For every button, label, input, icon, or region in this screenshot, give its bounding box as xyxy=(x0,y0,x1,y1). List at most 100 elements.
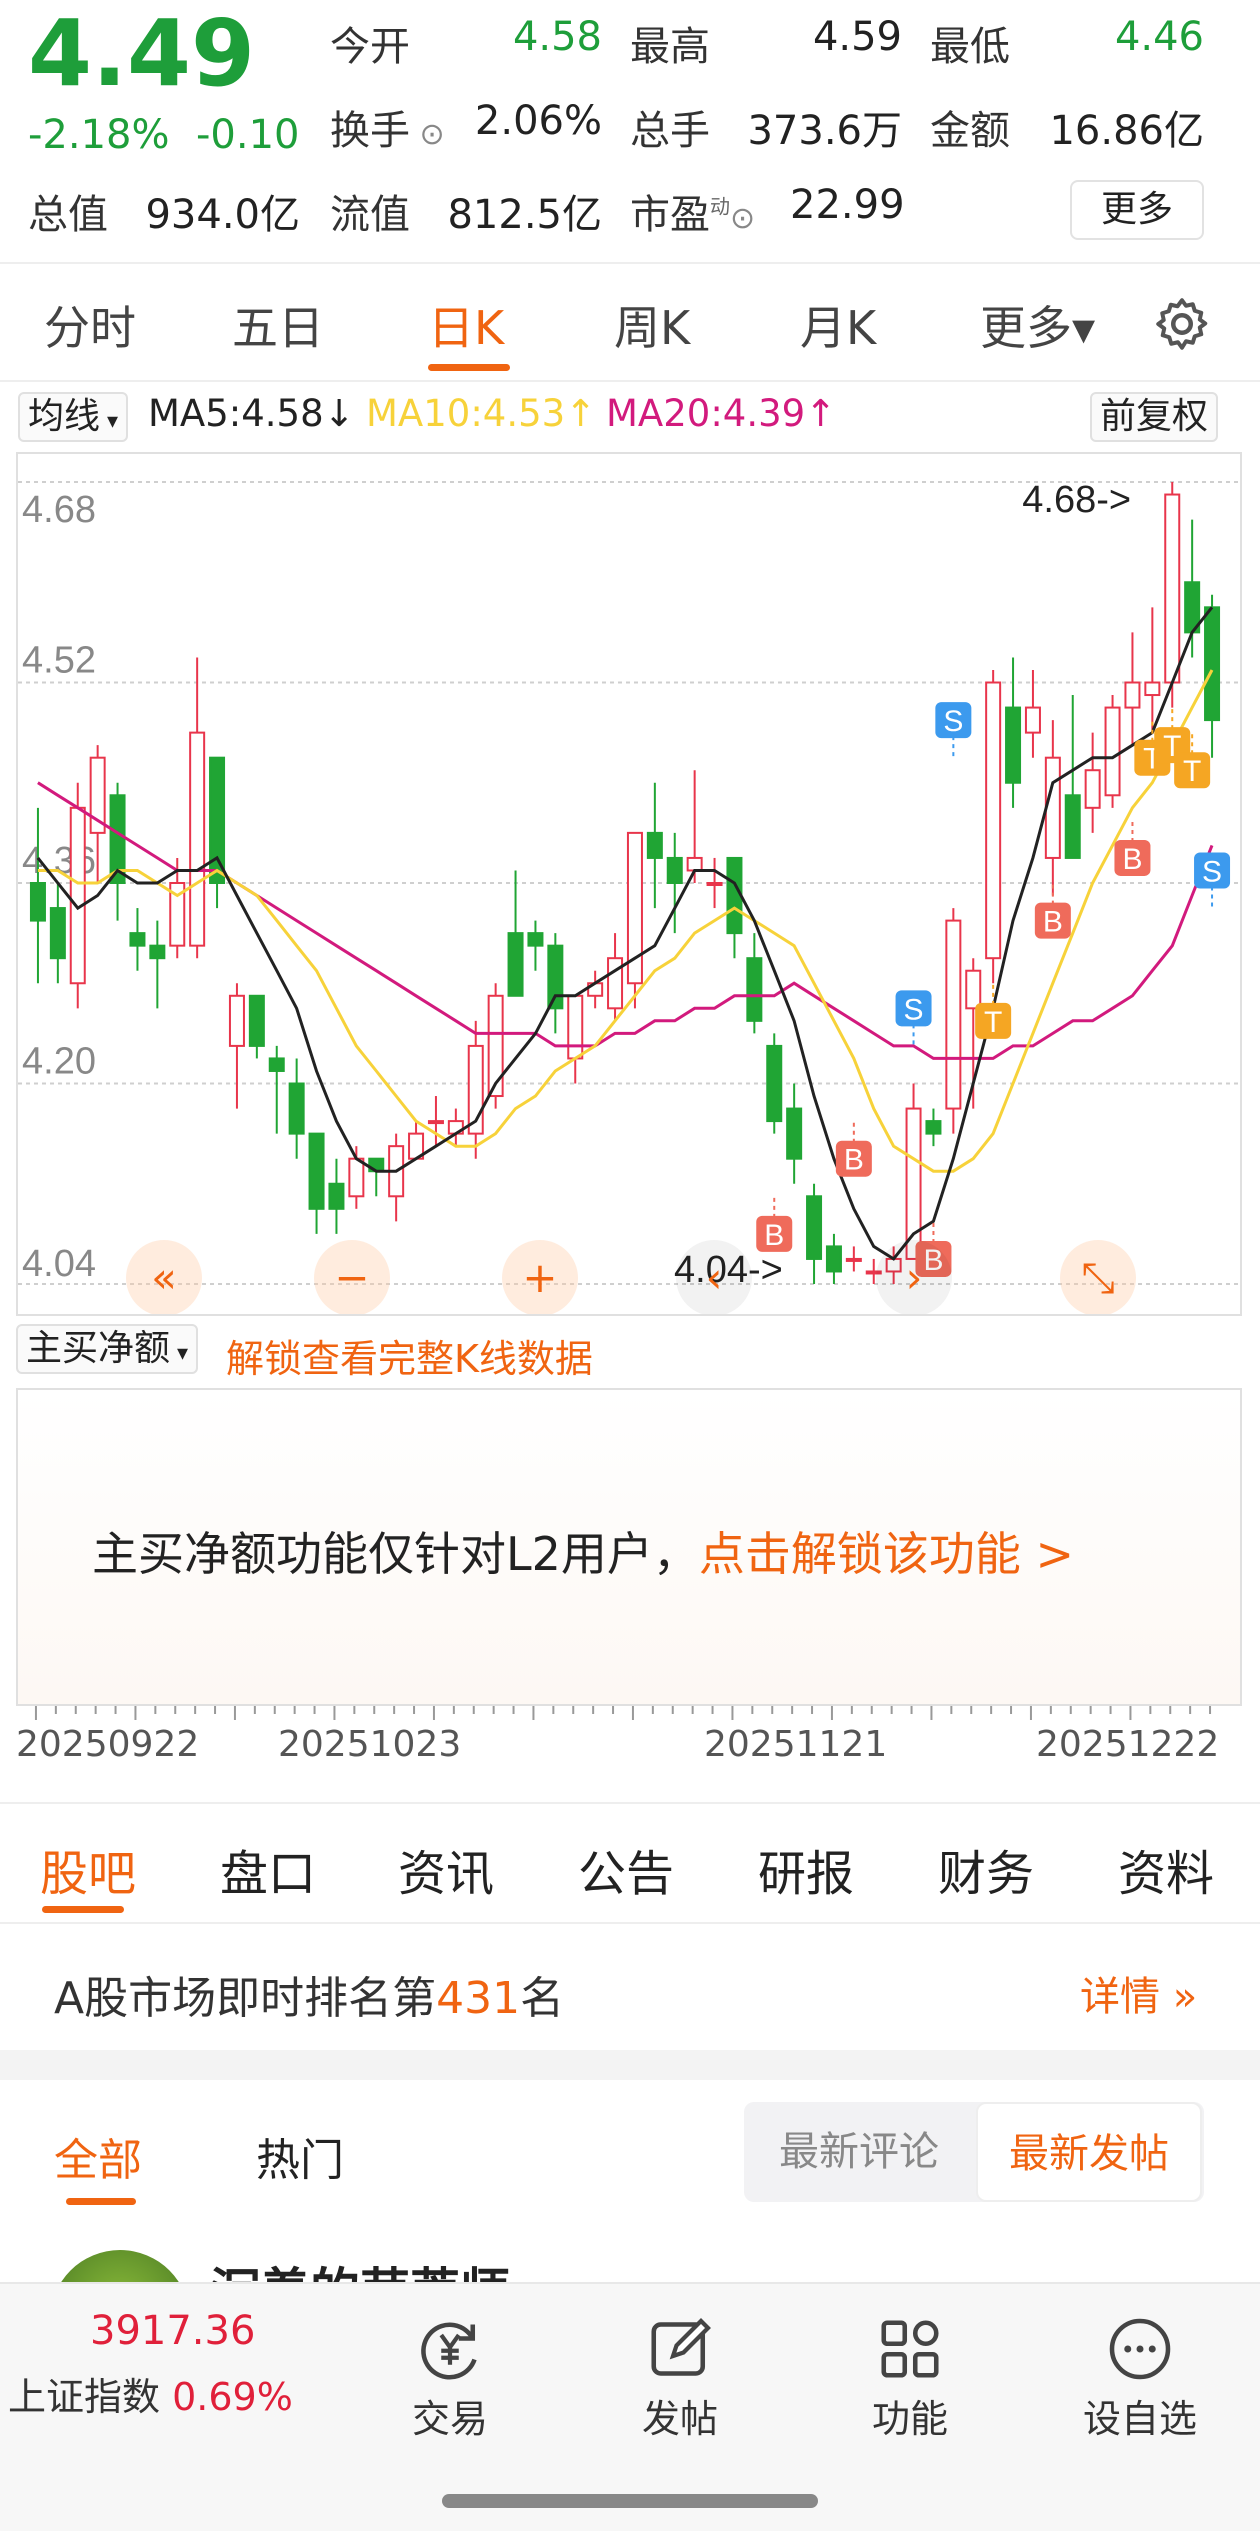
candle-body xyxy=(268,1057,285,1072)
double-chevron-right-icon: » xyxy=(1160,1974,1198,2020)
index-name: 上证指数 xyxy=(8,2375,161,2419)
chart-control-button[interactable]: ‹ xyxy=(676,1240,752,1316)
y-tick-label: 4.68 xyxy=(22,489,96,531)
active-tab-underline xyxy=(42,1906,124,1913)
grid-icon xyxy=(881,2320,939,2378)
tab-profile[interactable]: 资料 xyxy=(1118,1834,1214,1904)
dock-trade[interactable]: 交易 xyxy=(360,2304,540,2443)
candle-body xyxy=(527,932,544,947)
amount-value: 16.86亿 xyxy=(1049,108,1204,154)
pe-label-text: 市盈 xyxy=(630,192,710,238)
tab-finance[interactable]: 财务 xyxy=(938,1834,1034,1904)
candle-body xyxy=(507,932,524,997)
ma-legend-row: 均线 ▾ MA5:4.58↓ MA10:4.53↑ MA20:4.39↑ 前复权 xyxy=(0,386,1260,450)
candle-body xyxy=(1044,756,1061,859)
tab-announcements[interactable]: 公告 xyxy=(578,1834,674,1904)
info-icon[interactable]: ⊙ xyxy=(410,117,445,152)
l2-text: 主买净额功能仅针对L2用户， xyxy=(92,1527,699,1581)
l2-locked-panel[interactable]: 主买净额功能仅针对L2用户，点击解锁该功能 > xyxy=(16,1388,1242,1706)
dock-trade-label: 交易 xyxy=(411,2397,488,2441)
signal-letter: S xyxy=(943,705,963,738)
info-icon[interactable]: ⊙ xyxy=(730,201,755,236)
gear-icon[interactable] xyxy=(1152,294,1212,354)
tab-orderbook[interactable]: 盘口 xyxy=(220,1834,316,1904)
dock-post[interactable]: 发帖 xyxy=(590,2304,770,2443)
tab-intraday[interactable]: 分时 xyxy=(44,292,136,358)
candle-body xyxy=(228,994,245,1047)
arrow-up-icon: ↑ xyxy=(805,392,837,435)
tab-forum[interactable]: 股吧 xyxy=(40,1834,136,1904)
turnover-label[interactable]: 换手 ⊙ xyxy=(330,98,445,156)
candle-body xyxy=(666,856,683,884)
candle-body xyxy=(189,731,206,947)
feed-tab-all[interactable]: 全部 xyxy=(54,2124,142,2188)
ma5-legend: MA5:4.58↓ xyxy=(148,392,355,435)
pe-label[interactable]: 市盈动⊙ xyxy=(630,182,755,240)
adjust-select[interactable]: 前复权 xyxy=(1090,392,1219,442)
candle-body xyxy=(567,994,584,1060)
control-glyph: › xyxy=(906,1253,923,1302)
more-quote-button[interactable]: 更多 xyxy=(1070,180,1204,240)
date-tick: 20251023 xyxy=(278,1724,462,1765)
kline-svg[interactable]: 4.684.524.364.204.044.68->4.04->BBBSSTBB… xyxy=(18,454,1240,1316)
tab-daily-k[interactable]: 日K xyxy=(428,292,504,358)
sort-latest-comment[interactable]: 最新评论 xyxy=(744,2102,974,2202)
tab-news[interactable]: 资讯 xyxy=(398,1834,494,1904)
pe-value: 22.99 xyxy=(790,182,905,228)
float-cap-label: 流值 xyxy=(330,192,410,238)
signal-letter: B xyxy=(1122,843,1142,876)
rank-number: 431 xyxy=(436,1973,521,2024)
home-indicator[interactable] xyxy=(442,2494,818,2508)
info-tabs: 股吧 盘口 资讯 公告 研报 财务 资料 xyxy=(0,1802,1260,1924)
candle-body xyxy=(248,994,265,1047)
pe-superscript: 动 xyxy=(710,194,730,219)
caret-down-icon: ▾ xyxy=(170,1341,189,1366)
dock-functions[interactable]: 功能 xyxy=(820,2304,1000,2443)
dock-watchlist[interactable]: 设自选 xyxy=(1050,2304,1230,2443)
date-tick: 20251121 xyxy=(704,1724,888,1765)
date-tick: 20250922 xyxy=(16,1724,200,1765)
candle-body xyxy=(845,1257,862,1262)
ma10-legend: MA10:4.53↑ xyxy=(366,392,596,435)
tab-monthly-k[interactable]: 月K xyxy=(800,292,876,358)
high-label: 最高 xyxy=(630,24,710,70)
signal-marker-S: S xyxy=(1194,852,1231,911)
sub-chart-header: 主买净额 ▾ 解锁查看完整K线数据 xyxy=(0,1322,1260,1382)
rank-detail-link[interactable]: 详情 » xyxy=(1080,1964,1197,2022)
chart-control-button[interactable]: › xyxy=(876,1240,952,1316)
low-label: 最低 xyxy=(930,24,1010,70)
rank-text: A股市场即时排名第431名 xyxy=(54,1962,564,2026)
max-price-label: 4.68-> xyxy=(1022,479,1131,521)
candle-body xyxy=(1005,706,1022,784)
kline-chart[interactable]: 4.684.524.364.204.044.68->4.04->BBBSSTBB… xyxy=(16,452,1242,1316)
chart-control-button[interactable]: − xyxy=(314,1240,390,1316)
control-glyph: ‹ xyxy=(706,1253,723,1302)
tab-five-day[interactable]: 五日 xyxy=(232,292,324,358)
tab-research[interactable]: 研报 xyxy=(758,1834,854,1904)
chart-control-button[interactable]: + xyxy=(502,1240,578,1316)
index-row[interactable]: 上证指数 0.69% xyxy=(8,2366,293,2421)
index-value[interactable]: 3917.36 xyxy=(90,2308,255,2354)
y-tick-label: 4.20 xyxy=(22,1041,96,1083)
tab-weekly-k[interactable]: 周K xyxy=(614,292,690,358)
tab-more[interactable]: 更多▾ xyxy=(980,292,1095,358)
chart-control-button[interactable]: ⤡ xyxy=(1060,1240,1136,1316)
candle-body xyxy=(786,1107,803,1160)
feed-tab-hot[interactable]: 热门 xyxy=(256,2124,344,2188)
arrow-up-icon: ↑ xyxy=(565,392,597,435)
chart-control-button[interactable]: « xyxy=(126,1240,202,1316)
date-tick: 20251222 xyxy=(1036,1724,1220,1765)
low-value: 4.46 xyxy=(1114,14,1204,60)
candle-body xyxy=(706,882,723,886)
candle-body xyxy=(806,1195,823,1260)
sub-indicator-select[interactable]: 主买净额 ▾ xyxy=(16,1324,199,1374)
unlock-hint-link[interactable]: 解锁查看完整K线数据 xyxy=(226,1328,593,1383)
candle-body xyxy=(49,907,66,960)
index-change: 0.69% xyxy=(172,2375,293,2419)
market-rank-row[interactable]: A股市场即时排名第431名 详情 » xyxy=(0,1926,1260,2050)
sort-latest-post[interactable]: 最新发帖 xyxy=(976,2102,1202,2202)
l2-unlock-link[interactable]: 点击解锁该功能 > xyxy=(699,1527,1074,1581)
section-divider xyxy=(0,2050,1260,2080)
signal-marker-S: S xyxy=(895,990,932,1049)
indicator-select[interactable]: 均线 ▾ xyxy=(18,392,129,442)
